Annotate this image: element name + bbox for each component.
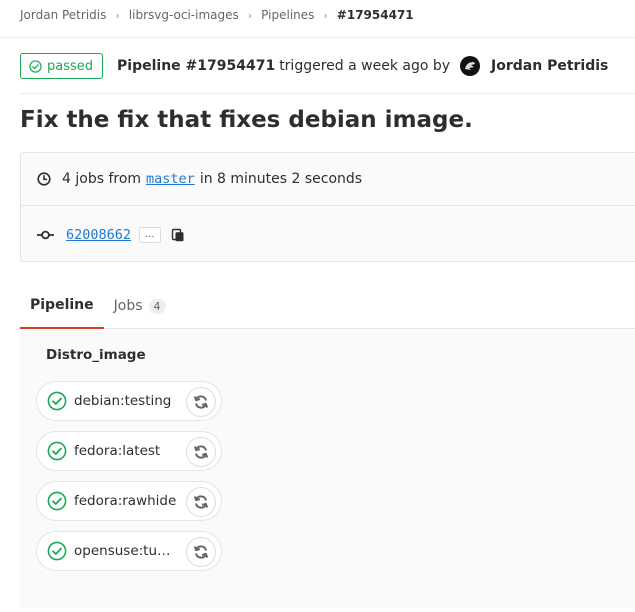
job-name: fedora:latest [74,443,161,459]
job-item[interactable]: debian:testing [36,381,222,421]
tab-pipeline-label: Pipeline [30,297,94,313]
retry-icon [193,445,209,459]
status-badge[interactable]: passed [20,53,104,79]
success-icon [47,541,67,561]
pipeline-header: passed Pipeline #17954471 triggered a we… [20,52,608,80]
commit-row: 62008662 ... [21,206,635,263]
tab-jobs[interactable]: Jobs 4 [104,283,176,329]
clock-icon [37,172,51,186]
stage-name: Distro_image [46,347,146,363]
jobs-count-badge: 4 [148,298,166,314]
job-name: fedora:rawhide [74,493,177,509]
page-title: Fix the fix that fixes debian image. [20,107,473,133]
avatar-image [465,62,476,70]
retry-button[interactable] [186,487,216,517]
job-name: opensuse:tumbl... [74,543,182,559]
author-name[interactable]: Jordan Petridis [491,58,608,74]
pipeline-id: Pipeline #17954471 [117,58,276,74]
copy-icon[interactable] [171,228,185,242]
success-icon [47,391,67,411]
trigger-text: triggered a week ago by [279,58,451,74]
branch-link[interactable]: master [146,171,195,187]
avatar[interactable] [460,56,481,76]
job-item[interactable]: opensuse:tumbl... [36,531,222,571]
success-icon [47,441,67,461]
tab-jobs-label: Jobs [113,298,143,314]
job-name: debian:testing [74,393,172,409]
retry-icon [193,545,209,559]
breadcrumb-project[interactable]: librsvg-oci-images [129,8,239,22]
job-item[interactable]: fedora:latest [36,431,222,471]
retry-icon [193,395,209,409]
status-badge-label: passed [47,58,94,74]
pipeline-tabs: Pipeline Jobs 4 [20,283,635,329]
retry-icon [193,495,209,509]
expand-commit-button[interactable]: ... [139,226,161,243]
chevron-right-icon: › [115,8,120,22]
commit-sha-link[interactable]: 62008662 [66,227,131,243]
success-icon [47,491,67,511]
retry-button[interactable] [186,537,216,567]
retry-button[interactable] [186,387,216,417]
tab-pipeline[interactable]: Pipeline [20,283,104,329]
pipeline-info-card: 4 jobs from master in 8 minutes 2 second… [20,152,635,262]
chevron-right-icon: › [247,8,253,22]
divider [20,93,635,94]
divider [0,37,635,38]
breadcrumb-pipelines[interactable]: Pipelines [261,8,314,22]
breadcrumb-user[interactable]: Jordan Petridis [20,8,106,22]
chevron-right-icon: › [323,8,328,22]
duration-text: in 8 minutes 2 seconds [199,171,363,187]
retry-button[interactable] [186,437,216,467]
check-circle-icon [29,59,42,73]
jobs-summary: 4 jobs from master in 8 minutes 2 second… [21,153,635,206]
breadcrumb-current[interactable]: #17954471 [337,8,414,22]
breadcrumb: Jordan Petridis › librsvg-oci-images › P… [20,7,414,23]
pipeline-graph: Distro_image debian:testing fedora:lates… [20,330,635,608]
jobs-count-text: 4 jobs from [62,171,142,187]
job-item[interactable]: fedora:rawhide [36,481,222,521]
commit-icon [37,230,54,239]
